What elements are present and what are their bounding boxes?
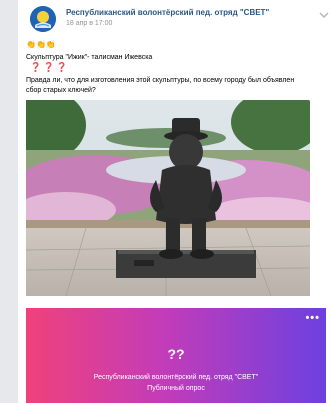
poll-author: Республиканский волонтёрский пед. отряд … <box>93 374 259 381</box>
post-date[interactable]: 18 апр в 17:00 <box>66 20 112 27</box>
group-name-link[interactable]: Республиканский волонтёрский пед. отряд … <box>66 8 269 17</box>
feed-page: Республиканский волонтёрский пед. отряд … <box>0 0 331 403</box>
post-photo[interactable] <box>26 100 310 296</box>
left-panel-edge <box>0 0 18 403</box>
post-text-line-2: сбор старых ключей? <box>26 87 96 94</box>
poll-more-icon[interactable]: ••• <box>305 313 320 324</box>
poll-attachment[interactable]: ••• ?? Республиканский волонтёрский пед.… <box>26 308 326 403</box>
poll-title: ?? <box>167 346 185 362</box>
post-title-line: Скульптура "Ижик"- талисман Ижевска <box>26 54 153 61</box>
poll-type: Публичный опрос <box>147 385 205 392</box>
clap-emoji-row: 👏👏👏 <box>26 40 56 49</box>
group-avatar[interactable] <box>30 6 56 32</box>
post-text-line-1: Правда ли, что для изготовления этой ску… <box>26 77 295 84</box>
question-marks-emoji: ❓❓❓ <box>30 62 70 72</box>
post-menu-chevron-icon[interactable] <box>318 7 330 18</box>
